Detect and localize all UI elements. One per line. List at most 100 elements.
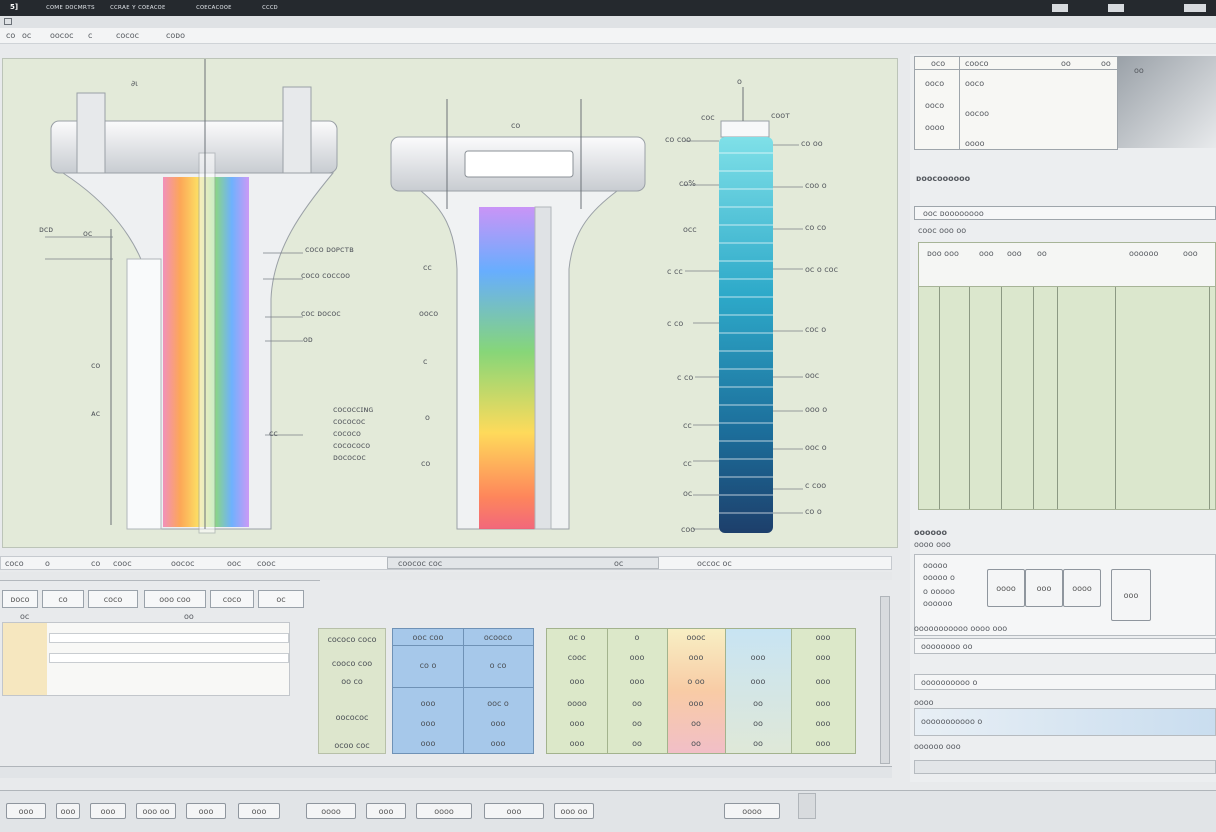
status-bar: ᴏᴏᴏ ᴏᴏᴏ ᴏᴏᴏ ᴏᴏᴏ ᴏᴏ ᴏᴏᴏ ᴏᴏᴏ ᴏᴏᴏᴏ ᴏᴏᴏ ᴏᴏᴏᴏ…: [0, 790, 1216, 832]
toolbar-item[interactable]: ᴄᴏᴄᴏᴄ: [116, 31, 139, 40]
form-button[interactable]: ᴏᴏᴏᴏ: [1063, 569, 1101, 607]
data-grid[interactable]: ᴅᴏᴏ ᴏᴏᴏ ᴏᴏᴏ ᴏᴏᴏ ᴏᴏ ᴏᴏᴏᴏᴏᴏ ᴏᴏᴏ: [918, 242, 1216, 510]
status-button[interactable]: ᴏᴏᴏᴏ: [416, 803, 472, 819]
toolbar-item[interactable]: ᴄᴏ: [6, 31, 15, 40]
field-cell[interactable]: ᴏᴄ: [258, 590, 304, 608]
status-button[interactable]: ᴏᴏᴏ: [90, 803, 126, 819]
title-item[interactable]: ᴄᴄᴄᴅ: [262, 3, 278, 11]
title-item[interactable]: ᴄᴄʀᴀᴇ ʏ: [110, 3, 136, 11]
coil-label: ᴄᴏ ᴄᴏ: [805, 223, 827, 232]
coil-label: ᴄᴏᴄ ᴏ: [805, 325, 827, 334]
toolbar-item[interactable]: ᴏᴏᴄᴏᴄ: [50, 31, 73, 40]
dim-label: ᴄᴏ: [421, 459, 431, 468]
search-field[interactable]: ᴄᴏᴏᴄᴏᴄ ᴄᴏᴄ ᴏᴄ: [387, 557, 659, 569]
filter-row[interactable]: ᴄᴏᴏᴄ ᴏᴏᴏ ᴏᴏ: [918, 226, 966, 235]
field-cell[interactable]: ᴏᴏᴏ ᴄᴏᴏ: [144, 590, 206, 608]
section-subtitle: ᴏᴏᴏᴏ ᴏᴏᴏ: [914, 540, 951, 549]
toolbar-item[interactable]: ᴏᴄ: [22, 31, 31, 40]
back-icon[interactable]: ᴄ: [88, 31, 92, 40]
status-button[interactable]: ᴏᴏᴏᴏ: [306, 803, 356, 819]
callout-label: ᴄᴏᴄᴏ ᴅᴏᴘᴄᴛʙ: [305, 245, 354, 254]
status-button[interactable]: ᴏᴏᴏ: [6, 803, 46, 819]
field-cell[interactable]: ᴄᴏ: [42, 590, 84, 608]
right-panel: ᴏᴄᴏ ᴄᴏᴏᴄᴏ ᴏᴏ ᴏᴏ ᴏᴏᴄᴏ ᴏᴏᴄᴏ ᴏᴏᴄᴏ ᴏᴏᴄᴏᴏ ᴏᴏᴏ…: [910, 54, 1216, 782]
form-button[interactable]: ᴏᴏᴏ: [1111, 569, 1151, 621]
coil-label: ᴏᴏᴄ: [805, 371, 820, 380]
dim-label: ᴏᴏᴄᴏ: [419, 309, 439, 318]
status-button[interactable]: ᴏᴏᴏ: [186, 803, 226, 819]
callout-label: ᴄᴏᴄᴏᴄᴏᴄ: [333, 417, 366, 426]
coil-label: ᴄᴏᴏ: [681, 525, 696, 534]
coil-label: ᴄᴏ%: [679, 179, 696, 188]
mid-item[interactable]: ᴏ: [45, 559, 50, 568]
sub-label: ᴏᴏ: [184, 612, 194, 621]
dim-label: ᴄᴏᴏᴛ: [771, 111, 790, 120]
dim-label: ᴄᴏᴄ: [701, 113, 715, 122]
coil-label: ᴏᴄ: [683, 489, 693, 498]
status-button[interactable]: ᴏᴏᴏ: [484, 803, 544, 819]
coil-label: ᴏᴏᴏ ᴏ: [805, 405, 828, 414]
mid-item[interactable]: ᴄᴏ: [91, 559, 100, 568]
field-row: ᴅᴏᴄᴏ ᴄᴏ ᴄᴏᴄᴏ ᴏᴏᴏ ᴄᴏᴏ ᴄᴏᴄᴏ ᴏᴄ: [0, 590, 310, 608]
info-field[interactable]: ᴏᴏᴏᴏᴏᴏᴏᴏᴏᴏ ᴏ: [914, 674, 1216, 690]
mid-item[interactable]: ᴏᴏᴄ: [227, 559, 241, 568]
dim-label: ᴏ: [737, 77, 742, 86]
dim-label: ᴄᴏ: [91, 361, 101, 370]
grid-b[interactable]: ᴏᴄ ᴏ ᴏ ᴏᴏᴏᴄ ᴏᴏᴏ ᴄᴏᴏᴄ ᴏᴏᴏ ᴏᴏᴏ ᴏᴏᴏ ᴏᴏᴏ ᴏᴏᴏ…: [546, 628, 856, 754]
mid-item[interactable]: ᴏᴏᴄᴏᴄ: [171, 559, 194, 568]
mid-item[interactable]: ᴄᴏᴄᴏ: [5, 559, 24, 568]
form-button[interactable]: ᴏᴏᴏᴏ: [987, 569, 1025, 607]
dim-label: ᴏᴄ: [83, 229, 93, 238]
status-button[interactable]: ᴏᴏᴏ ᴏᴏ: [136, 803, 176, 819]
status-divider: [798, 793, 816, 819]
app-logo: 5]: [10, 3, 19, 11]
status-button[interactable]: ᴏᴏᴏ: [56, 803, 80, 819]
coil-label: ᴄᴄ: [683, 421, 692, 430]
info-field[interactable]: ᴏᴏᴏᴏᴏᴏᴏᴏ ᴏᴏ: [914, 638, 1216, 654]
coil-label: ᴄ ᴄᴏ: [667, 319, 684, 328]
title-bar: 5] ᴄᴏᴍᴇ ᴅᴏᴄᴍʀᴛs ᴄᴄʀᴀᴇ ʏ ᴄᴏᴇᴀᴄᴏᴇ ᴄᴏᴇᴄᴀᴄᴏᴏ…: [0, 0, 1216, 16]
coil-label: ᴄ ᴄᴏᴏ: [805, 481, 827, 490]
form-button[interactable]: ᴏᴏᴏ: [1025, 569, 1063, 607]
status-button[interactable]: ᴏᴏᴏ: [366, 803, 406, 819]
preview-table: [2, 622, 290, 696]
mid-toolbar: ᴄᴏᴄᴏ ᴏ ᴄᴏ ᴄᴏᴏᴄ ᴏᴏᴄᴏᴄ ᴏᴏᴄ ᴄᴏᴏᴄ ᴄᴏᴏᴄᴏᴄ ᴄᴏᴄ…: [0, 556, 892, 570]
info-field[interactable]: ᴏᴏᴏᴏᴏᴏᴏᴏᴏᴏᴏ ᴏ: [914, 708, 1216, 736]
mid-item[interactable]: ᴄᴏᴏᴄ: [113, 559, 132, 568]
mid-item[interactable]: ᴄᴏᴏᴄ: [257, 559, 276, 568]
callout-label: ᴄᴏᴄᴏ ᴄᴏᴄᴄᴏᴏ: [301, 271, 351, 280]
vertical-scrollbar[interactable]: [880, 596, 890, 764]
callout-label: ᴄᴄ: [269, 429, 278, 438]
title-item[interactable]: ᴄᴏᴇᴄᴀᴄᴏᴏᴇ: [196, 3, 231, 11]
field-cell[interactable]: ᴄᴏᴄᴏ: [210, 590, 254, 608]
status-button[interactable]: ᴏᴏᴏ: [238, 803, 280, 819]
diagram-canvas: ∂ι ᴅᴄᴅ ᴏᴄ ᴄᴏ ᴀᴄ ᴄᴏᴄᴏ ᴅᴏᴘᴄᴛʙ ᴄᴏᴄᴏ ᴄᴏᴄᴄᴏᴏ …: [2, 58, 898, 548]
title-item[interactable]: ᴄᴏᴇᴀᴄᴏᴇ: [138, 3, 165, 11]
separator: [0, 572, 892, 580]
status-button[interactable]: ᴏᴏᴏ ᴏᴏ: [554, 803, 594, 819]
mid-item[interactable]: ᴏᴄᴄᴏᴄ ᴏᴄ: [697, 559, 732, 568]
coil-label: ᴄ ᴄᴏ: [677, 373, 694, 382]
status-button[interactable]: ᴏᴏᴏᴏ: [724, 803, 780, 819]
maximize-icon[interactable]: [1108, 4, 1124, 12]
section-title: ᴅᴏᴏᴄᴏᴏᴏᴏᴏᴏ: [916, 174, 971, 183]
dim-label: ᴄ: [423, 357, 428, 366]
coil-label: ᴄᴏᴏ ᴏ: [805, 181, 827, 190]
grid-a[interactable]: ᴏᴏᴄ ᴄᴏᴏ ᴏᴄᴏᴏᴄᴏ ᴄᴏ ᴏ ᴏ ᴄᴏ ᴏᴏᴏ ᴏᴏᴄ ᴏ ᴏᴏᴏ ᴏ…: [392, 628, 534, 754]
close-icon[interactable]: [1184, 4, 1206, 12]
thumbnail: ᴏᴏ: [1118, 56, 1216, 148]
toolbar-item[interactable]: ᴄᴏᴅᴏ: [166, 31, 185, 40]
minimize-icon[interactable]: [1052, 4, 1068, 12]
coil-label: ᴄᴏ ᴄᴏᴏ: [665, 135, 692, 144]
dim-label: ∂ι: [131, 79, 138, 88]
props-table[interactable]: ᴏᴄᴏ ᴄᴏᴏᴄᴏ ᴏᴏ ᴏᴏ ᴏᴏᴄᴏ ᴏᴏᴄᴏ ᴏᴏᴄᴏ ᴏᴏᴄᴏᴏ ᴏᴏᴏ…: [914, 56, 1118, 150]
info-row: ᴏᴏᴏᴏ: [914, 698, 934, 707]
title-item[interactable]: ᴄᴏᴍᴇ ᴅᴏᴄᴍʀᴛs: [46, 3, 95, 11]
field-cell[interactable]: ᴄᴏᴄᴏ: [88, 590, 138, 608]
callout-label: ᴄᴏᴄᴏᴄᴏᴄᴏ: [333, 441, 371, 450]
field-cell[interactable]: ᴅᴏᴄᴏ: [2, 590, 38, 608]
horizontal-scrollbar[interactable]: [0, 766, 892, 778]
section-header[interactable]: ᴏᴏᴄ ᴅᴏᴏᴏᴏᴏᴏᴏᴏ: [914, 206, 1216, 220]
coil-label: ᴄᴄ: [683, 459, 692, 468]
panel-footer: [914, 760, 1216, 774]
